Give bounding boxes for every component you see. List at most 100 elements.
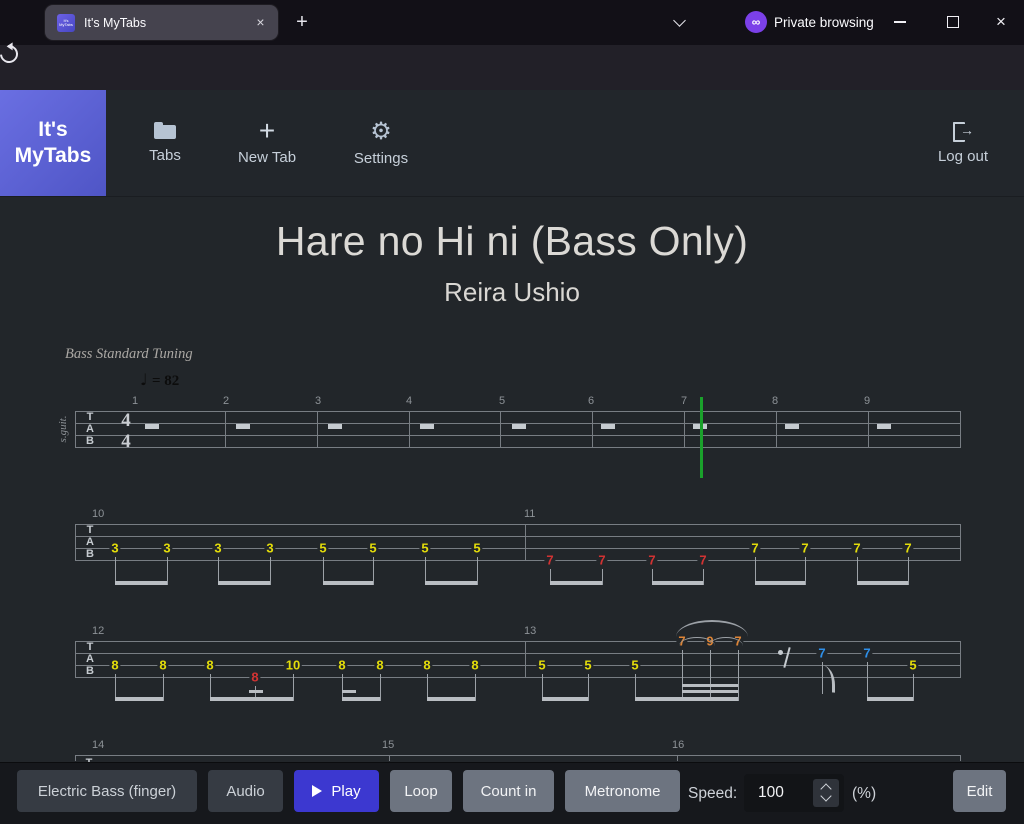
- measure-number: 7: [681, 395, 701, 407]
- barline: [525, 641, 526, 678]
- note-stem: [167, 557, 168, 585]
- whole-rest: [420, 424, 434, 429]
- player-bar: Electric Bass (finger) Audio Play Loop C…: [0, 762, 1024, 824]
- beam: [427, 697, 475, 701]
- note-stem: [913, 674, 914, 701]
- note-fret: 5: [629, 658, 640, 673]
- whole-rest: [877, 424, 891, 429]
- measure-number: 10: [92, 508, 112, 520]
- barline: [960, 411, 961, 448]
- note-fret: 7: [544, 553, 555, 568]
- note-fret: 5: [582, 658, 593, 673]
- note-fret: 7: [861, 646, 872, 661]
- barline: [500, 411, 501, 448]
- note-fret: 8: [109, 658, 120, 673]
- time-signature-digit: 4: [117, 413, 135, 429]
- whole-rest: [512, 424, 526, 429]
- note-fret: 3: [212, 541, 223, 556]
- barline: [960, 755, 961, 761]
- tab-notation-canvas[interactable]: 123456789TAB44s.guit.1011TAB333355557777…: [0, 0, 1024, 824]
- tab-clef-letter: B: [84, 666, 96, 677]
- note-fret: 5: [317, 541, 328, 556]
- measure-number: 5: [499, 395, 519, 407]
- barline: [75, 755, 76, 761]
- note-stem: [475, 674, 476, 701]
- note-stem: [805, 557, 806, 585]
- measure-number: 13: [524, 625, 544, 637]
- note-fret: 7: [902, 541, 913, 556]
- tab-clef-letter: B: [84, 436, 96, 447]
- measure-number: 2: [223, 395, 243, 407]
- metronome-button[interactable]: Metronome: [565, 770, 680, 812]
- tab-clef-letter: B: [84, 549, 96, 560]
- barline: [75, 641, 76, 678]
- play-label: Play: [331, 783, 360, 800]
- audio-button[interactable]: Audio: [208, 770, 283, 812]
- staff-line: [75, 548, 960, 549]
- barline: [592, 411, 593, 448]
- beam: [342, 697, 380, 701]
- staff-line: [75, 536, 960, 537]
- note-fret: 7: [851, 541, 862, 556]
- stepper-down-icon[interactable]: [820, 790, 831, 801]
- play-triangle-icon: [312, 785, 322, 797]
- note-fret: 3: [264, 541, 275, 556]
- barline: [75, 411, 76, 448]
- beam: [755, 581, 805, 585]
- note-fret: 10: [284, 658, 302, 673]
- staff-line: [75, 411, 960, 412]
- note-stem: [682, 650, 683, 701]
- note-stem: [703, 569, 704, 585]
- note-stem: [588, 674, 589, 701]
- whole-rest: [601, 424, 615, 429]
- beam: [210, 697, 293, 701]
- note-fret: 5: [419, 541, 430, 556]
- measure-number: 11: [524, 508, 544, 520]
- play-button[interactable]: Play: [294, 770, 379, 812]
- barline: [684, 411, 685, 448]
- note-stem: [710, 650, 711, 701]
- tab-clef-letter: A: [84, 424, 96, 435]
- eighth-rest-dot: [778, 650, 783, 655]
- note-fret: 5: [367, 541, 378, 556]
- note-stem: [373, 557, 374, 585]
- note-fret: 5: [536, 658, 547, 673]
- staff-line: [75, 641, 960, 642]
- measure-number: 4: [406, 395, 426, 407]
- whole-rest: [236, 424, 250, 429]
- staff-line: [75, 560, 960, 561]
- loop-button[interactable]: Loop: [390, 770, 452, 812]
- speed-value: 100: [758, 784, 784, 802]
- count-in-button[interactable]: Count in: [463, 770, 554, 812]
- beam: [682, 690, 738, 693]
- barline: [677, 755, 678, 761]
- note-fret: 5: [907, 658, 918, 673]
- instrument-button[interactable]: Electric Bass (finger): [17, 770, 197, 812]
- note-fret: 8: [421, 658, 432, 673]
- speed-input[interactable]: 100: [744, 774, 844, 812]
- whole-rest: [785, 424, 799, 429]
- note-stem: [867, 662, 868, 701]
- note-fret: 7: [596, 553, 607, 568]
- beam: [682, 684, 738, 687]
- note-fret: 8: [157, 658, 168, 673]
- tab-clef-letter: A: [84, 654, 96, 665]
- note-fret: 3: [161, 541, 172, 556]
- speed-stepper[interactable]: [813, 779, 839, 807]
- note-fret: 7: [799, 541, 810, 556]
- staff-line: [75, 435, 960, 436]
- tab-clef-letter: A: [84, 537, 96, 548]
- beam: [115, 697, 163, 701]
- measure-number: 6: [588, 395, 608, 407]
- tab-clef-letter: T: [84, 525, 96, 536]
- note-fret: 8: [336, 658, 347, 673]
- edit-button[interactable]: Edit: [953, 770, 1006, 812]
- measure-number: 12: [92, 625, 112, 637]
- staff-line: [75, 755, 960, 756]
- beam: [550, 581, 602, 585]
- note-stem: [293, 674, 294, 701]
- beam: [635, 697, 738, 701]
- playback-cursor: [700, 397, 703, 478]
- eighth-flag: [823, 665, 835, 693]
- note-fret: 8: [469, 658, 480, 673]
